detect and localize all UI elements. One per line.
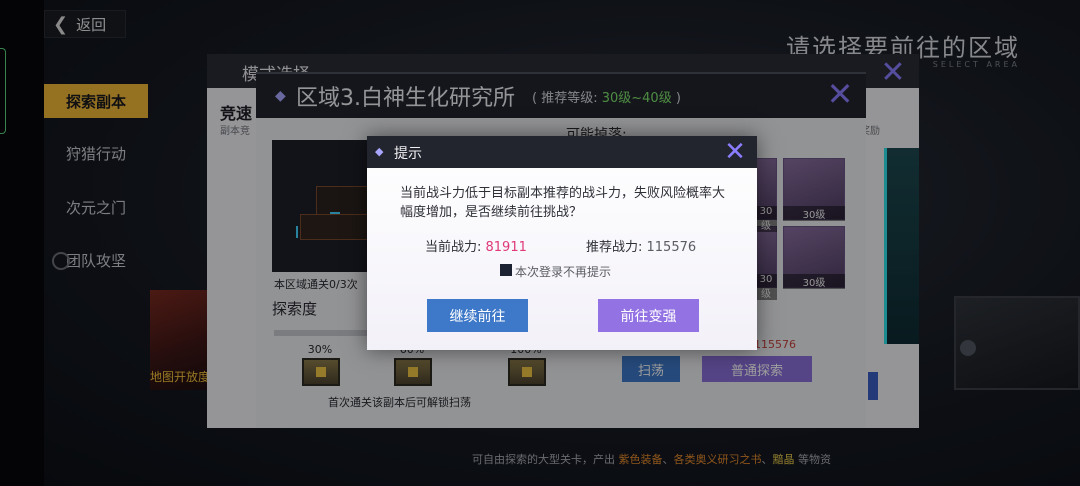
current-power-label: 当前战力: bbox=[425, 240, 486, 255]
current-power: 当前战力: 81911 bbox=[425, 236, 527, 255]
no-remind-label[interactable]: 本次登录不再提示 bbox=[515, 263, 611, 280]
dialog-message: 当前战斗力低于目标副本推荐的战斗力，失败风险概率大幅度增加，是否继续前往挑战？ bbox=[400, 186, 726, 220]
recommended-power-value: 115576 bbox=[646, 240, 697, 255]
continue-button[interactable]: 继续前往 bbox=[427, 299, 528, 332]
dialog-header bbox=[367, 136, 757, 168]
current-power-value: 81911 bbox=[485, 240, 527, 255]
get-stronger-button[interactable]: 前往变强 bbox=[598, 299, 699, 332]
dialog-close-icon[interactable]: ✕ bbox=[721, 138, 749, 166]
diamond-icon: ◆ bbox=[375, 145, 384, 158]
dialog-title: 提示 bbox=[394, 146, 422, 162]
no-remind-checkbox[interactable] bbox=[500, 264, 512, 276]
recommended-power: 推荐战力: 115576 bbox=[586, 236, 696, 255]
recommended-power-label: 推荐战力: bbox=[586, 240, 647, 255]
